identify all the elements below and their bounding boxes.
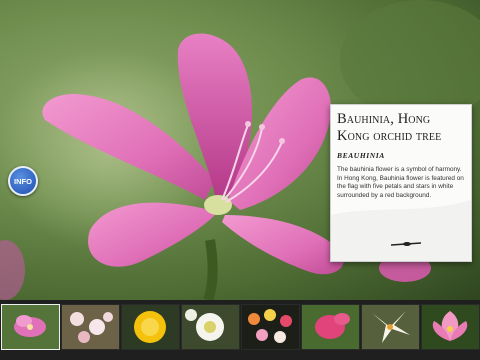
flower-subtitle: BEAUHINIA [337, 151, 385, 160]
thumbnail-white-lily[interactable] [361, 304, 420, 350]
info-button-label: INFO [14, 176, 32, 186]
thumbnail-mixed-bouquet[interactable] [241, 304, 300, 350]
thumbnail-red-pink-flower[interactable] [301, 304, 360, 350]
card-corner-decoration [331, 200, 471, 261]
thumbnail-yellow-chrysanthemum[interactable] [121, 304, 180, 350]
flower-title: Bauhinia, Hong Kong orchid tree [337, 111, 442, 144]
thumbnail-white-pink-blossoms[interactable] [61, 304, 120, 350]
thumbnail-white-daisy[interactable] [181, 304, 240, 350]
info-button[interactable]: INFO [8, 166, 38, 196]
flower-detail-card: Bauhinia, Hong Kong orchid tree BEAUHINI… [330, 104, 472, 262]
thumbnail-pink-lotus[interactable] [421, 304, 480, 350]
thumbnail-pink-orchid[interactable] [1, 304, 60, 350]
